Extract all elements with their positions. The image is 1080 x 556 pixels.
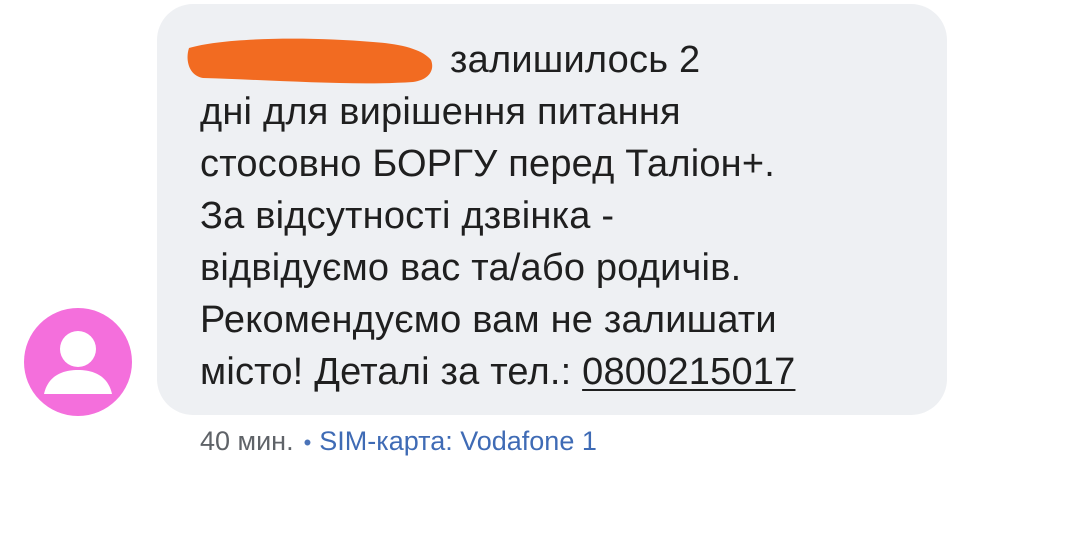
message-line: стосовно БОРГУ перед Таліон+.	[200, 143, 776, 185]
message-meta: 40 мин. • SIM-карта: Vodafone 1	[200, 423, 597, 461]
message-line: дні для вирішення питання	[200, 91, 681, 133]
message-text: залишилось 2 дні для вирішення питання с…	[200, 34, 920, 398]
phone-number-link[interactable]: 0800215017	[582, 351, 795, 393]
message-line: Рекомендуємо вам не залишати	[200, 299, 777, 341]
sender-avatar[interactable]	[24, 308, 132, 416]
message-line: За відсутності дзвінка -	[200, 195, 615, 237]
meta-separator: •	[303, 430, 312, 455]
redaction-mark	[187, 38, 433, 84]
message-timestamp: 40 мин.	[200, 426, 294, 456]
message-line: відвідуємо вас та/або родичів.	[200, 247, 742, 289]
sim-card-label[interactable]: SIM-карта: Vodafone 1	[319, 426, 597, 456]
message-line-last: місто! Деталі за тел.: 0800215017	[200, 346, 920, 398]
message-line-prefix: місто! Деталі за тел.:	[200, 351, 583, 393]
sms-thread-screen: залишилось 2 дні для вирішення питання с…	[0, 0, 1080, 556]
person-icon	[44, 331, 112, 394]
